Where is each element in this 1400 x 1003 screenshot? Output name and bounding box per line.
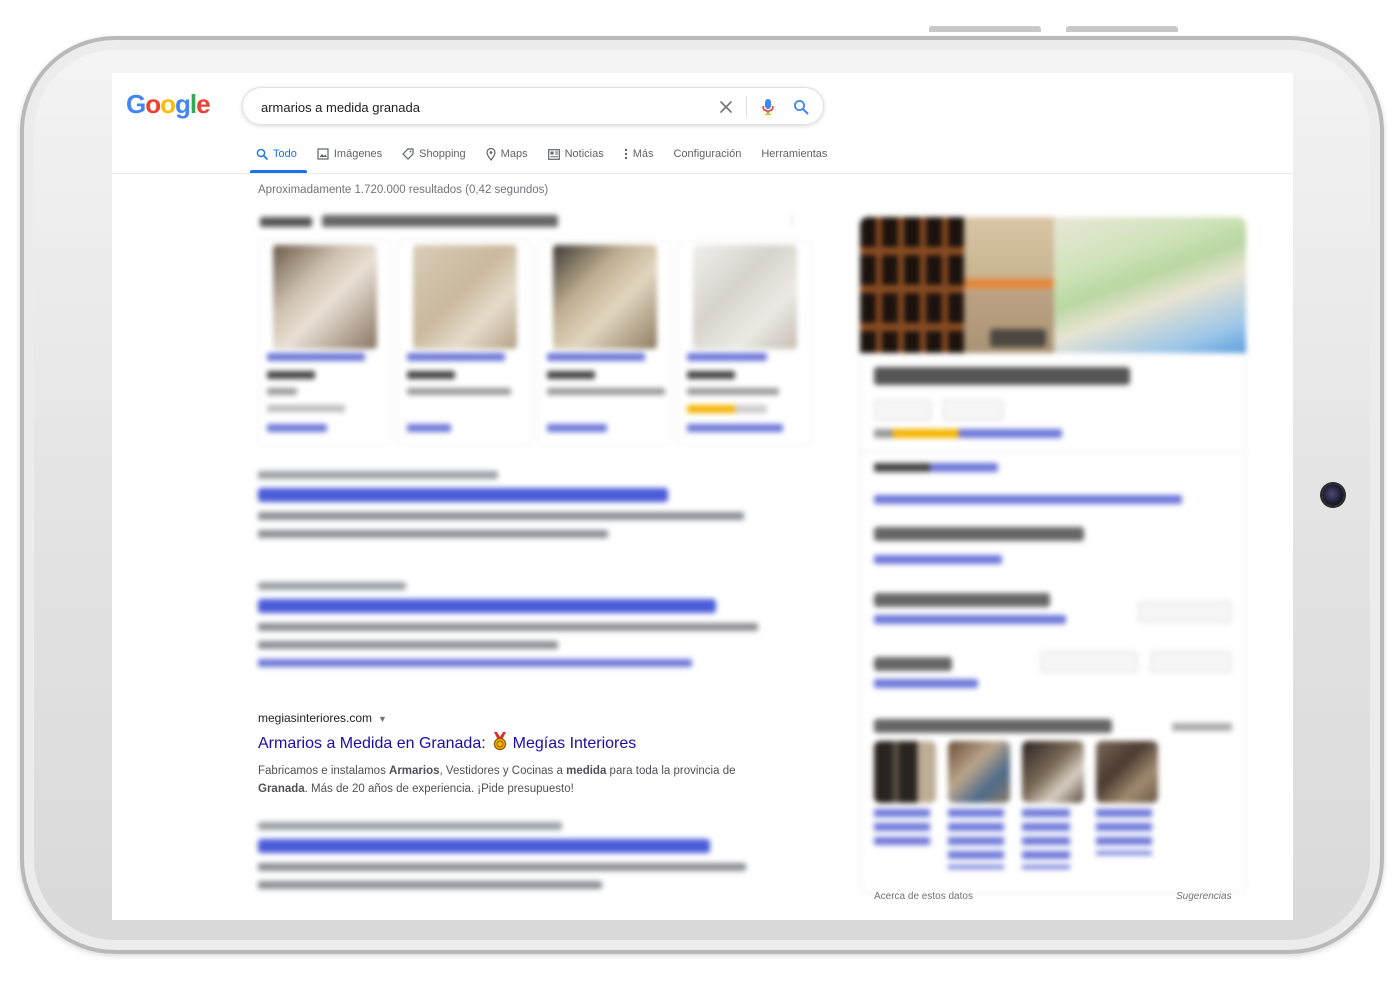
clear-icon[interactable] bbox=[715, 96, 737, 118]
result-title-prefix: Armarios a Medida en Granada: bbox=[258, 735, 486, 752]
search-input[interactable] bbox=[259, 96, 703, 118]
news-icon bbox=[547, 148, 560, 160]
result-snippet: Fabricamos e instalamos Armarios, Vestid… bbox=[258, 762, 758, 798]
search-divider bbox=[746, 96, 747, 118]
map-pin-icon bbox=[486, 147, 496, 161]
result-domain: megiasinteriores.com bbox=[258, 711, 373, 725]
tab-mas[interactable]: Más bbox=[624, 143, 654, 165]
tab-label: Imágenes bbox=[333, 148, 383, 160]
tab-label: Maps bbox=[500, 148, 528, 160]
search-icon bbox=[256, 148, 268, 160]
logo-letter: G bbox=[126, 89, 146, 119]
result-title-link[interactable]: Armarios a Medida en Granada: Megías Inte… bbox=[258, 731, 758, 756]
more-vertical-icon bbox=[624, 148, 628, 160]
result-title-link[interactable] bbox=[258, 599, 716, 613]
result-title-link[interactable] bbox=[258, 488, 668, 502]
google-logo[interactable]: Google bbox=[126, 89, 211, 120]
caret-down-icon[interactable]: ▼ bbox=[378, 714, 387, 724]
tag-icon bbox=[402, 148, 414, 160]
related-image[interactable] bbox=[874, 741, 936, 803]
tablet-camera bbox=[1322, 484, 1344, 506]
logo-letter: o bbox=[145, 89, 161, 119]
tab-maps[interactable]: Maps bbox=[486, 143, 528, 165]
microphone-icon[interactable] bbox=[757, 96, 779, 118]
snippet-keyword: Granada bbox=[258, 783, 305, 795]
tab-label: Noticias bbox=[564, 148, 604, 160]
snippet-keyword: Armarios bbox=[389, 765, 440, 777]
search-icon[interactable] bbox=[790, 96, 812, 118]
product-image bbox=[273, 245, 377, 349]
search-result bbox=[258, 582, 758, 667]
image-icon bbox=[317, 148, 329, 160]
knowledge-panel bbox=[860, 217, 1246, 895]
header-divider bbox=[112, 173, 1293, 174]
shopping-ad-card[interactable] bbox=[258, 240, 392, 446]
result-url[interactable]: megiasinteriores.com ▼ bbox=[258, 711, 758, 725]
tab-label: Shopping bbox=[419, 148, 466, 160]
logo-letter: e bbox=[196, 89, 211, 119]
tab-noticias[interactable]: Noticias bbox=[547, 143, 604, 165]
snippet-text: para toda la provincia de bbox=[606, 765, 736, 777]
more-options-icon[interactable]: ⋮ bbox=[786, 213, 798, 227]
logo-letter: o bbox=[160, 89, 176, 119]
snippet-keyword: medida bbox=[566, 765, 607, 777]
shopping-ad-card[interactable] bbox=[538, 240, 672, 446]
settings-label: Configuración bbox=[673, 148, 742, 160]
related-image[interactable] bbox=[948, 741, 1010, 803]
search-box bbox=[242, 87, 824, 125]
shopping-ad-card[interactable] bbox=[398, 240, 532, 446]
tab-todo[interactable]: Todo bbox=[250, 143, 307, 173]
search-tabs: Todo Imágenes Shopping Maps Noticias Más… bbox=[250, 143, 847, 173]
result-title-link[interactable] bbox=[258, 839, 710, 853]
featured-search-result: megiasinteriores.com ▼ Armarios a Medida … bbox=[258, 711, 758, 798]
settings-link[interactable]: Configuración bbox=[673, 143, 741, 165]
browser-screen: Google Todo Imágenes Shopping Ma bbox=[112, 73, 1293, 920]
tools-label: Herramientas bbox=[761, 148, 828, 160]
tab-imagenes[interactable]: Imágenes bbox=[317, 143, 382, 165]
product-image bbox=[693, 245, 797, 349]
result-title-suffix: Megías Interiores bbox=[512, 735, 637, 752]
tablet-volume-button bbox=[929, 26, 1041, 32]
search-result bbox=[258, 471, 758, 538]
medal-icon bbox=[491, 731, 509, 756]
result-stats: Aproximadamente 1.720.000 resultados (0,… bbox=[258, 184, 549, 196]
map-thumbnail[interactable] bbox=[1054, 217, 1246, 353]
ads-header bbox=[260, 215, 558, 230]
snippet-text: Fabricamos e instalamos bbox=[258, 765, 390, 777]
tablet-power-button bbox=[1066, 26, 1178, 32]
kp-about-data-link[interactable]: Acerca de estos datos bbox=[874, 891, 973, 902]
sitelinks[interactable] bbox=[258, 659, 692, 667]
logo-letter: g bbox=[175, 89, 191, 119]
tab-label: Todo bbox=[273, 148, 297, 160]
snippet-text: , Vestidores y Cocinas a bbox=[439, 765, 567, 777]
tools-link[interactable]: Herramientas bbox=[761, 143, 827, 165]
related-image[interactable] bbox=[1096, 741, 1158, 803]
tab-shopping[interactable]: Shopping bbox=[402, 143, 466, 165]
kp-feedback-link[interactable]: Sugerencias bbox=[1176, 891, 1232, 902]
related-image[interactable] bbox=[1022, 741, 1084, 803]
shopping-ad-card[interactable] bbox=[678, 240, 812, 446]
product-image bbox=[413, 245, 517, 349]
tab-label: Más bbox=[632, 148, 654, 160]
snippet-text: . Más de 20 años de experiencia. ¡Pide p… bbox=[304, 783, 574, 795]
screen-edge bbox=[112, 213, 118, 903]
product-image bbox=[553, 245, 657, 349]
kp-images[interactable] bbox=[860, 217, 1246, 353]
search-result bbox=[258, 822, 758, 889]
